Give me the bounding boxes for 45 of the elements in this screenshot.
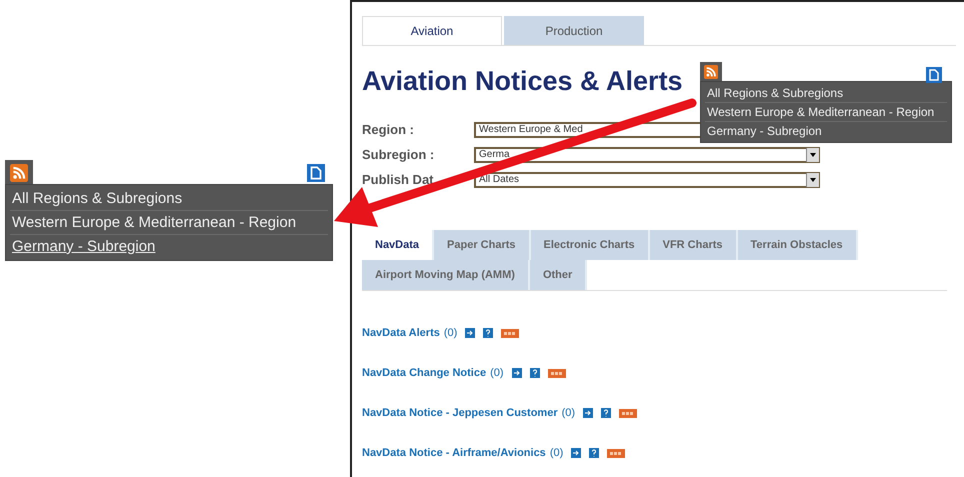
arrow-icon[interactable] (512, 368, 522, 378)
category-tab[interactable]: Electronic Charts (530, 230, 650, 260)
rss-badge-icon[interactable] (619, 408, 638, 418)
help-icon[interactable] (483, 328, 494, 338)
help-icon[interactable] (530, 368, 540, 378)
feed-count: (0) (550, 447, 564, 459)
document-icon[interactable] (926, 67, 942, 83)
category-tab[interactable]: Other (530, 260, 588, 290)
caret-icon (806, 172, 819, 186)
feed-link[interactable]: NavData Alerts (362, 327, 440, 339)
feed-count: (0) (562, 407, 576, 419)
filter-label: Region : (362, 122, 415, 137)
caret-icon (806, 148, 819, 162)
rss-badge-icon[interactable] (501, 328, 520, 338)
category-tab[interactable]: VFR Charts (650, 230, 738, 260)
filter-select[interactable]: Germa (474, 146, 820, 162)
menu-item[interactable]: Germany - Subregion (10, 235, 328, 258)
arrow-icon[interactable] (571, 448, 582, 458)
category-tab[interactable]: Airport Moving Map (AMM) (362, 260, 530, 290)
help-icon[interactable] (589, 448, 600, 458)
filter-label: Publish Dat (362, 172, 435, 187)
arrow-icon[interactable] (583, 408, 594, 418)
feed-count: (0) (490, 367, 504, 379)
menu-item[interactable]: Western Europe & Mediterranean - Region (10, 211, 328, 235)
help-icon[interactable] (601, 408, 612, 418)
feed-link[interactable]: NavData Notice - Airframe/Avionics (362, 447, 546, 459)
rss-icon[interactable] (704, 65, 718, 79)
feed-link[interactable]: NavData Change Notice (362, 367, 486, 379)
menu-item[interactable]: All Regions & Subregions (10, 187, 328, 211)
category-tab[interactable]: Paper Charts (434, 230, 531, 260)
menu-item[interactable]: All Regions & Subregions (705, 84, 947, 103)
rss-badge-icon[interactable] (548, 368, 566, 378)
arrow-icon[interactable] (465, 328, 476, 338)
feed-link[interactable]: NavData Notice - Jeppesen Customer (362, 407, 558, 419)
filter-label: Subregion : (362, 147, 436, 162)
rss-badge-icon[interactable] (607, 448, 626, 458)
feed-count: (0) (444, 327, 458, 339)
menu-item[interactable]: Western Europe & Mediterranean - Region (705, 103, 947, 122)
filter-select[interactable]: All Dates (474, 172, 820, 188)
category-tab[interactable]: Terrain Obstacles (738, 230, 858, 260)
tab[interactable]: Aviation (362, 16, 502, 45)
tab[interactable]: Production (504, 16, 644, 45)
document-icon[interactable] (307, 164, 325, 182)
page-title: Aviation Notices & Alerts (362, 66, 683, 97)
rss-icon[interactable] (10, 164, 28, 182)
